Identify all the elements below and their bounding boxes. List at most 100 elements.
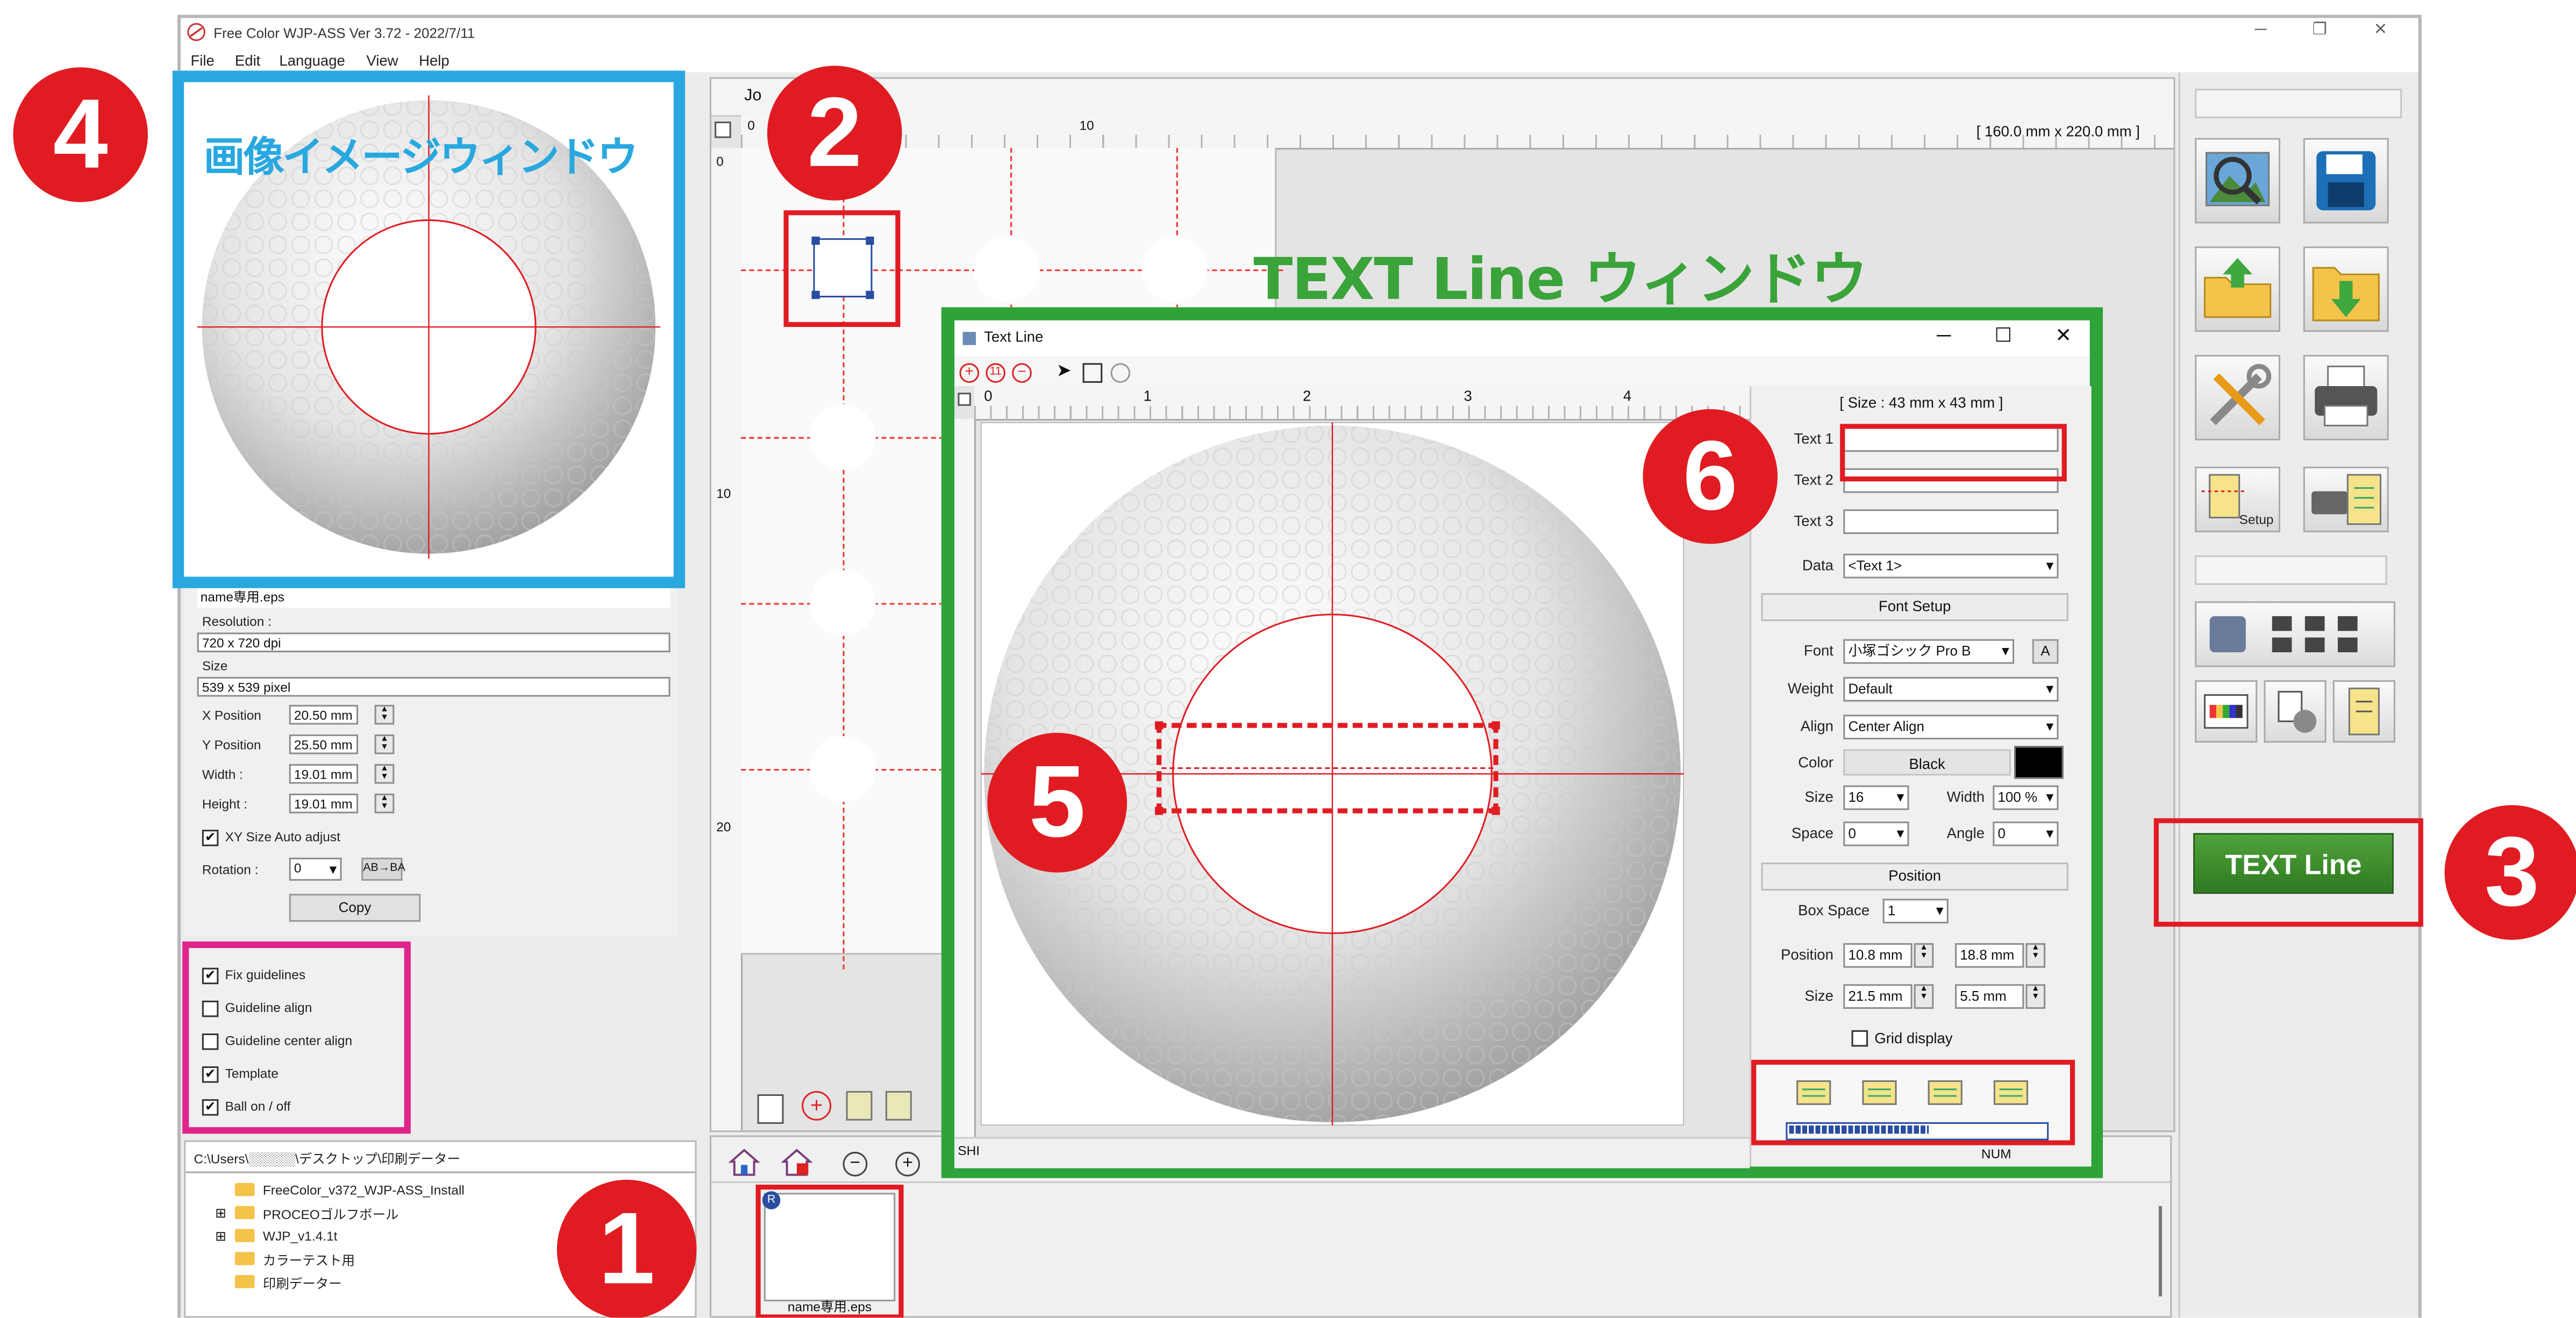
width-input[interactable]: 19.01 mm — [289, 764, 359, 784]
guideline-center-align-checkbox[interactable] — [202, 1033, 219, 1050]
menu-file[interactable]: File — [190, 53, 214, 69]
add-page-icon[interactable] — [846, 1091, 873, 1121]
zoom-fit-icon[interactable]: 11 — [986, 363, 1005, 383]
ruler-corner-checkbox[interactable] — [715, 122, 731, 138]
image-search-button[interactable] — [2195, 138, 2281, 224]
zoom-out-icon[interactable]: − — [1012, 363, 1032, 383]
ball-position[interactable] — [810, 736, 876, 802]
tree-expander[interactable]: ⊞ — [215, 1206, 226, 1221]
maintenance-button[interactable] — [2264, 680, 2327, 743]
ball-position[interactable] — [810, 570, 876, 636]
color-swatch[interactable] — [2014, 746, 2064, 779]
height-input[interactable]: 19.01 mm — [289, 793, 359, 814]
setup-button[interactable]: Setup — [2195, 466, 2281, 532]
close-button[interactable]: ✕ — [2367, 22, 2394, 40]
apply-row-icon[interactable] — [1858, 1074, 1904, 1114]
font-select[interactable]: 小塚ゴシック Pro B — [1843, 639, 2015, 664]
box-height-spinner[interactable]: ▴ ▾ — [2025, 984, 2046, 1009]
ruler-corner-checkbox[interactable] — [958, 393, 971, 406]
size-select[interactable]: 16 — [1843, 785, 1909, 810]
apply-layout-icon[interactable] — [1793, 1074, 1839, 1114]
flip-text-button[interactable]: AB→BA — [361, 857, 405, 881]
ball-position[interactable] — [974, 236, 1040, 303]
apply-all-icon[interactable] — [1989, 1074, 2036, 1114]
menu-help[interactable]: Help — [419, 53, 449, 69]
guideline-align-checkbox[interactable] — [202, 1000, 219, 1017]
resize-handle[interactable] — [1492, 721, 1500, 730]
box-width-spinner[interactable]: ▴ ▾ — [1914, 984, 1934, 1009]
color-test-button[interactable] — [2195, 680, 2258, 743]
text-box-area[interactable] — [1155, 721, 1500, 815]
width-select[interactable]: 100 % — [1993, 785, 2059, 810]
position-x-input[interactable]: 10.8 mm — [1843, 943, 1913, 968]
zoom-in-icon[interactable]: + — [959, 363, 980, 383]
box-height-input[interactable]: 5.5 mm — [1955, 984, 2024, 1009]
maximize-button[interactable]: ❐ — [2307, 22, 2333, 40]
copy-button[interactable]: Copy — [289, 894, 421, 922]
save-button[interactable] — [2303, 138, 2389, 224]
position-y-input[interactable]: 18.8 mm — [1955, 943, 2024, 968]
text-line-minimize-button[interactable]: ─ — [1937, 324, 1951, 347]
ball-position[interactable] — [1141, 236, 1208, 303]
fix-guidelines-checkbox[interactable]: ✔ — [202, 967, 219, 985]
report-button[interactable] — [2332, 680, 2395, 743]
resize-handle[interactable] — [1492, 807, 1500, 815]
text-line-button[interactable]: TEXT Line — [2193, 833, 2394, 894]
thumbnail-item[interactable]: R name専用.eps — [755, 1185, 904, 1318]
align-select[interactable]: Center Align — [1843, 715, 2059, 739]
zoom-in-icon[interactable]: + — [895, 1151, 920, 1177]
minimize-button[interactable]: ─ — [2247, 22, 2274, 40]
space-select[interactable]: 0 — [1843, 821, 1909, 846]
position-y-spinner[interactable]: ▴ ▾ — [2025, 943, 2046, 968]
weight-select[interactable]: Default — [1843, 676, 2059, 702]
tree-item[interactable]: FreeColor_v372_WJP-ASS_Install — [263, 1183, 465, 1198]
open-folder-button[interactable] — [2195, 246, 2281, 332]
import-folder-button[interactable] — [2303, 246, 2389, 332]
menu-edit[interactable]: Edit — [235, 53, 260, 69]
grid-display-checkbox[interactable] — [1851, 1030, 1868, 1047]
tree-item[interactable]: PROCEOゴルフボール — [263, 1206, 399, 1224]
print-button[interactable] — [2303, 354, 2389, 440]
position-x-spinner[interactable]: ▴ ▾ — [1914, 943, 1934, 968]
xy-auto-adjust-checkbox[interactable]: ✔ — [202, 830, 219, 846]
settings-tools-button[interactable] — [2195, 354, 2281, 440]
zoom-out-icon[interactable]: − — [843, 1151, 868, 1177]
resize-handle[interactable] — [1155, 807, 1164, 815]
x-position-input[interactable]: 20.50 mm — [289, 704, 359, 725]
ball-on-off-checkbox[interactable]: ✔ — [202, 1099, 219, 1116]
width-spinner[interactable]: ▴ ▾ — [374, 764, 395, 784]
template-checkbox[interactable]: ✔ — [202, 1066, 219, 1083]
batch-print-button[interactable] — [2195, 601, 2395, 667]
thumbnail-scrollbar[interactable] — [2158, 1206, 2163, 1296]
x-position-spinner[interactable]: ▴ ▾ — [374, 704, 395, 725]
font-style-button[interactable]: A — [2032, 639, 2059, 664]
ellipse-tool-icon[interactable] — [1110, 363, 1131, 383]
tree-item[interactable]: 印刷データー — [263, 1275, 342, 1293]
insert-page-icon[interactable] — [885, 1091, 912, 1121]
zoom-in-icon[interactable]: + — [802, 1091, 832, 1121]
text-line-close-button[interactable]: ✕ — [2055, 324, 2072, 347]
rotation-select[interactable]: 0 — [289, 857, 342, 881]
ball-position[interactable] — [810, 404, 876, 470]
tree-item[interactable]: カラーテスト用 — [263, 1252, 355, 1270]
data-select[interactable]: <Text 1> — [1843, 553, 2059, 579]
menu-language[interactable]: Language — [279, 53, 345, 69]
canvas-tab[interactable]: Jo — [744, 87, 761, 105]
apply-column-icon[interactable] — [1924, 1074, 1970, 1114]
tree-expander[interactable]: ⊞ — [215, 1229, 226, 1244]
home-plus-icon[interactable] — [780, 1147, 813, 1177]
rectangle-tool-icon[interactable] — [1082, 363, 1103, 383]
pointer-tool-icon[interactable]: ➤ — [1057, 360, 1072, 381]
new-page-icon[interactable] — [757, 1094, 784, 1124]
print-layout-button[interactable] — [2303, 466, 2389, 532]
angle-select[interactable]: 0 — [1993, 821, 2059, 846]
box-width-input[interactable]: 21.5 mm — [1843, 984, 1913, 1009]
tree-item[interactable]: WJP_v1.4.1t — [263, 1229, 338, 1244]
height-spinner[interactable]: ▴ ▾ — [374, 793, 395, 814]
text3-input[interactable] — [1843, 509, 2059, 535]
y-position-spinner[interactable]: ▴ ▾ — [374, 734, 395, 754]
home-icon[interactable] — [728, 1147, 761, 1177]
y-position-input[interactable]: 25.50 mm — [289, 734, 359, 754]
box-space-select[interactable]: 1 — [1882, 899, 1949, 924]
text-line-maximize-button[interactable]: ☐ — [1994, 324, 2012, 347]
